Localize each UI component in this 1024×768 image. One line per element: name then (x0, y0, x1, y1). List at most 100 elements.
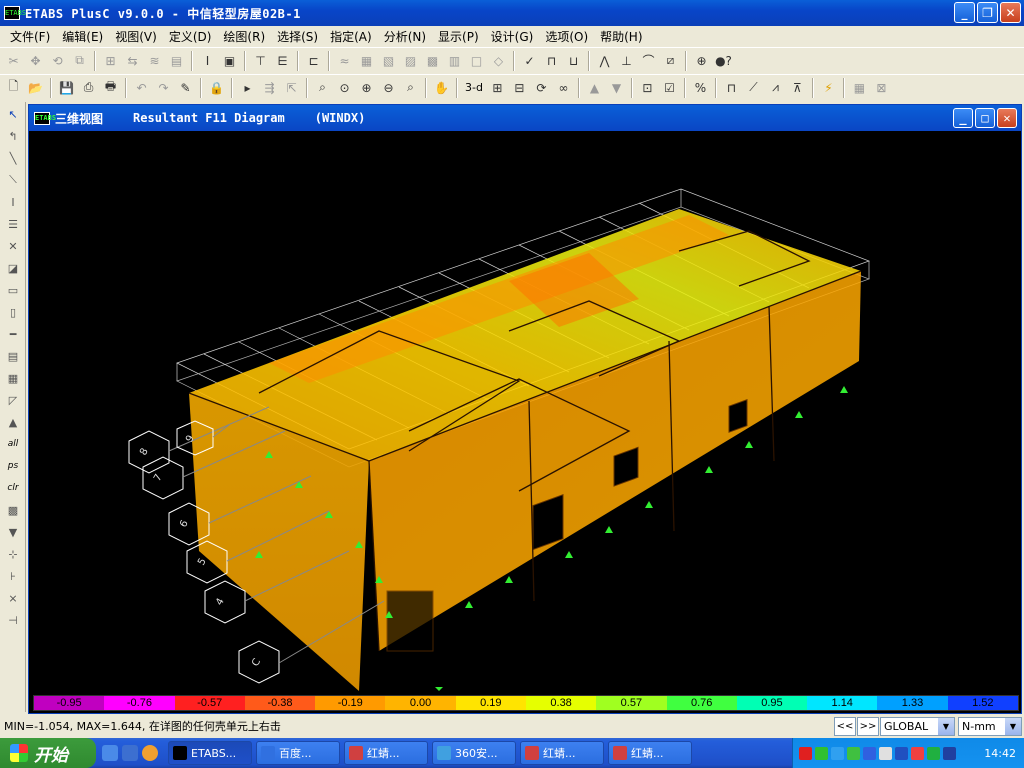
lock-icon[interactable]: 🔒 (207, 78, 226, 97)
menu-options[interactable]: 选项(O) (539, 28, 594, 45)
table-icon[interactable]: ▦ (850, 78, 869, 97)
draw-opening-icon[interactable]: ▤ (3, 346, 23, 366)
tray-network-icon[interactable] (815, 746, 828, 760)
mesh-icon[interactable]: ▩ (423, 51, 442, 70)
tray-input-icon[interactable] (943, 746, 956, 760)
print-icon[interactable]: ⎙ (79, 78, 98, 97)
zoom-full-icon[interactable]: ⊙ (335, 78, 354, 97)
menu-display[interactable]: 显示(P) (432, 28, 485, 45)
elevation-view-icon[interactable]: ⊟ (510, 78, 529, 97)
deck-icon[interactable]: ▥ (445, 51, 464, 70)
draw-wall-icon[interactable]: ▯ (3, 302, 23, 322)
close-button[interactable]: ✕ (1000, 2, 1021, 23)
edit-grid-icon[interactable]: ⊞ (101, 51, 120, 70)
clear-select-icon[interactable]: clr (3, 478, 23, 498)
steel-design-icon[interactable]: ⊓ (542, 51, 561, 70)
menu-view[interactable]: 视图(V) (109, 28, 163, 45)
select-all-icon[interactable]: all (3, 434, 23, 454)
percent-icon[interactable]: % (691, 78, 710, 97)
view-maximize-button[interactable]: □ (975, 108, 995, 128)
move-up-icon[interactable]: ▲ (585, 78, 604, 97)
move-icon[interactable]: ✥ (26, 51, 45, 70)
tray-ime-icon[interactable] (863, 746, 876, 760)
draw-line-icon[interactable]: ╲ (3, 148, 23, 168)
shell-icon[interactable]: ▦ (357, 51, 376, 70)
help-pointer-icon[interactable]: ●? (714, 51, 733, 70)
minimize-button[interactable]: _ (954, 2, 975, 23)
check-icon[interactable]: ✓ (520, 51, 539, 70)
draw-deck-icon[interactable]: ▦ (3, 368, 23, 388)
menu-file[interactable]: 文件(F) (4, 28, 56, 45)
run-analysis-icon[interactable]: ⇶ (260, 78, 279, 97)
pointer-icon[interactable]: ⇱ (282, 78, 301, 97)
load-icon[interactable]: ⊤ (251, 51, 270, 70)
perspective-icon[interactable]: ∞ (554, 78, 573, 97)
zoom-window-icon[interactable]: ⌕ (313, 78, 332, 97)
draw-moment-frame-icon[interactable]: ⊼ (788, 78, 807, 97)
draw-truss-icon[interactable]: ⩘ (766, 78, 785, 97)
snap-perpendicular-icon[interactable]: ⊣ (3, 610, 23, 630)
undo-icon[interactable]: ↶ (132, 78, 151, 97)
beam-icon[interactable]: ⌒ (639, 51, 658, 70)
tables-export-icon[interactable]: ⊠ (872, 78, 891, 97)
lightning-icon[interactable]: ⚡ (819, 78, 838, 97)
menu-analyze[interactable]: 分析(N) (378, 28, 432, 45)
link-icon[interactable]: ⇆ (123, 51, 142, 70)
draw-brace-line-icon[interactable]: ⟍ (3, 170, 23, 190)
menu-select[interactable]: 选择(S) (271, 28, 324, 45)
column-icon[interactable]: ⊥ (617, 51, 636, 70)
new-file-icon[interactable]: 🗋 (4, 78, 23, 97)
opening-icon[interactable]: □ (467, 51, 486, 70)
menu-help[interactable]: 帮助(H) (594, 28, 648, 45)
start-button[interactable]: 开始 (0, 738, 96, 768)
area-section-icon[interactable]: ▣ (220, 51, 239, 70)
zoom-in-icon[interactable]: ⊕ (357, 78, 376, 97)
draw-brace-icon[interactable]: ⟋ (744, 78, 763, 97)
concrete-design-icon[interactable]: ⊔ (564, 51, 583, 70)
coordinate-system-select[interactable]: GLOBAL ▼ (880, 717, 955, 736)
menu-assign[interactable]: 指定(A) (324, 28, 378, 45)
previous-view-button[interactable]: << (834, 717, 856, 736)
brace-icon[interactable]: ⧄ (661, 51, 680, 70)
chevron-down-icon[interactable]: ▼ (938, 718, 954, 735)
show-desktop-icon[interactable] (102, 745, 118, 761)
media-player-icon[interactable] (142, 745, 158, 761)
load-pattern-icon[interactable]: ⋿ (273, 51, 292, 70)
zoom-previous-icon[interactable]: ⌕ (401, 78, 420, 97)
taskbar-task-button[interactable]: 360安... (432, 741, 516, 765)
view-3d-button[interactable]: 3-d (463, 81, 485, 94)
intersecting-line-icon[interactable]: ▩ (3, 500, 23, 520)
combo-icon[interactable]: ⊏ (304, 51, 323, 70)
truss-icon[interactable]: ⋀ (595, 51, 614, 70)
slab-icon[interactable]: ▨ (401, 51, 420, 70)
rotate-3d-icon[interactable]: ⟳ (532, 78, 551, 97)
snap-end-icon[interactable]: ⊦ (3, 566, 23, 586)
draw-beam-icon[interactable]: ☰ (3, 214, 23, 234)
reshape-icon[interactable]: ↰ (3, 126, 23, 146)
taskbar-task-button[interactable]: 红蜻... (608, 741, 692, 765)
3d-model-viewport[interactable]: C 4 5 6 7 8 9 (29, 131, 1021, 693)
menu-define[interactable]: 定义(D) (163, 28, 218, 45)
menu-draw[interactable]: 绘图(R) (217, 28, 271, 45)
draw-area-icon[interactable]: ◪ (3, 258, 23, 278)
refresh-icon[interactable]: ✎ (176, 78, 195, 97)
section-icon[interactable]: ▤ (167, 51, 186, 70)
units-select[interactable]: N-mm ▼ (958, 717, 1022, 736)
diaphragm-icon[interactable]: ◇ (489, 51, 508, 70)
snap-point-icon[interactable]: ⊹ (3, 544, 23, 564)
rotate-icon[interactable]: ⟲ (48, 51, 67, 70)
draw-slab-icon[interactable]: ━ (3, 324, 23, 344)
tray-360-icon[interactable] (927, 746, 940, 760)
wind-icon[interactable]: ≈ (335, 51, 354, 70)
cut-icon[interactable]: ✂ (4, 51, 23, 70)
draw-section-cut-icon[interactable]: ◸ (3, 390, 23, 410)
design-check-icon[interactable]: ⊕ (692, 51, 711, 70)
taskbar-task-button[interactable]: ETABS... (168, 741, 252, 765)
print-graphics-icon[interactable]: 🖶 (101, 78, 120, 97)
spring-icon[interactable]: ≋ (145, 51, 164, 70)
frame-section-icon[interactable]: I (198, 51, 217, 70)
tray-app-icon[interactable] (847, 746, 860, 760)
taskbar-task-button[interactable]: 红蜻... (344, 741, 428, 765)
tray-volume-icon[interactable] (879, 746, 892, 760)
menu-design[interactable]: 设计(G) (485, 28, 540, 45)
